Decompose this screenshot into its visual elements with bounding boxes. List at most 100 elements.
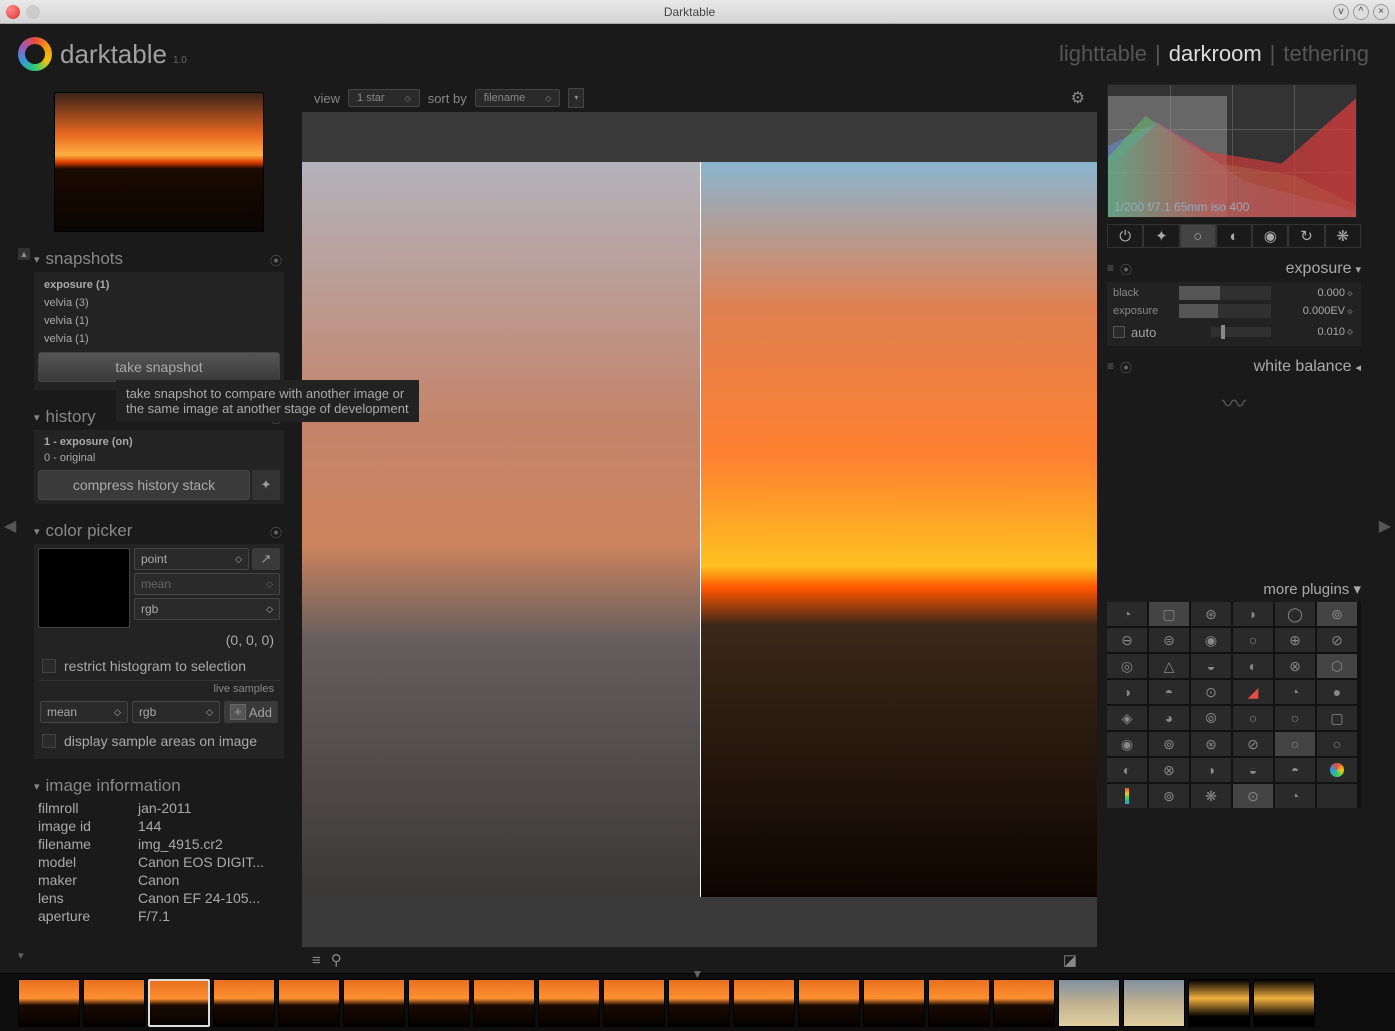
plugin-icon[interactable]: ⊗ [1149, 758, 1189, 782]
module-group-tone[interactable]: ◐ [1216, 224, 1252, 248]
plugin-icon[interactable]: ◕ [1149, 706, 1189, 730]
sample-stat-select[interactable]: mean◇ [40, 701, 128, 723]
plugin-icon[interactable]: ◒ [1233, 758, 1273, 782]
image-canvas[interactable] [302, 112, 1097, 947]
nav-darkroom[interactable]: darkroom [1161, 41, 1270, 67]
slider-stepper[interactable]: ⋄ [1345, 287, 1355, 300]
module-group-active[interactable]: ⏻ [1107, 224, 1143, 248]
window-btn-1[interactable]: v [1333, 4, 1349, 20]
plugin-icon[interactable]: ⊛ [1191, 732, 1231, 756]
plugin-icon[interactable]: ○ [1233, 706, 1273, 730]
plugin-icon[interactable]: ◗ [1233, 602, 1273, 626]
plugin-icon[interactable]: △ [1149, 654, 1189, 678]
plugin-icon[interactable]: ⊖ [1107, 628, 1147, 652]
nav-lighttable[interactable]: lighttable [1051, 41, 1155, 67]
plugin-icon[interactable]: ◎ [1107, 654, 1147, 678]
plugin-icon[interactable]: ◉ [1107, 732, 1147, 756]
filmstrip-thumb[interactable] [928, 979, 990, 1027]
plugin-icon[interactable]: ◈ [1107, 706, 1147, 730]
filmstrip-thumb[interactable] [83, 979, 145, 1027]
filmstrip-thumb[interactable] [148, 979, 210, 1027]
display-samples-checkbox[interactable] [42, 734, 56, 748]
plugin-icon[interactable]: ◑ [1107, 680, 1147, 704]
left-scroll-down[interactable]: ▾ [18, 949, 30, 961]
history-item[interactable]: 0 - original [38, 450, 280, 466]
filmstrip-thumb[interactable] [733, 979, 795, 1027]
auto-exposure-checkbox[interactable] [1113, 326, 1125, 338]
module-group-basic[interactable]: ○ [1180, 224, 1216, 248]
plugin-icon[interactable]: ◔ [1275, 680, 1315, 704]
plugin-icon[interactable]: ⊛ [1191, 602, 1231, 626]
plugin-icon[interactable]: ❋ [1191, 784, 1231, 808]
filmstrip-thumb[interactable] [1058, 979, 1120, 1027]
snapshots-header[interactable]: ▾ snapshots ⦿ [34, 246, 284, 272]
filmstrip-thumb[interactable] [993, 979, 1055, 1027]
filmstrip-thumb[interactable] [278, 979, 340, 1027]
plugin-icon[interactable] [1317, 784, 1357, 808]
plugin-icon[interactable]: ⊙ [1233, 784, 1273, 808]
plugin-icon[interactable]: ▢ [1149, 602, 1189, 626]
image-info-header[interactable]: ▾ image information [34, 773, 284, 799]
plugin-icon[interactable]: ○ [1317, 732, 1357, 756]
restrict-histogram-checkbox[interactable] [42, 659, 56, 673]
thumbnail-preview[interactable] [54, 92, 264, 232]
filmstrip-thumb[interactable] [473, 979, 535, 1027]
exposure-slider[interactable] [1179, 304, 1271, 318]
snapshot-item[interactable]: velvia (1) [38, 330, 280, 348]
plugin-icon[interactable]: ◢ [1233, 680, 1273, 704]
snapshot-item[interactable]: exposure (1) [38, 276, 280, 294]
white-balance-module-header[interactable]: ≡⦿ white balance ◂ [1107, 354, 1361, 380]
plugin-icon[interactable]: ⊕ [1275, 628, 1315, 652]
module-reset-icon[interactable]: ⦿ [1120, 261, 1132, 278]
picker-mode-select[interactable]: point◇ [134, 548, 249, 570]
style-menu-button[interactable]: ✦ [252, 470, 280, 500]
filmstrip-thumb[interactable] [343, 979, 405, 1027]
sample-colorspace-select[interactable]: rgb◇ [132, 701, 220, 723]
snapshot-item[interactable]: velvia (1) [38, 312, 280, 330]
quick-access-icon[interactable]: ≡ [312, 952, 321, 969]
filmstrip-thumb[interactable] [668, 979, 730, 1027]
plugin-icon[interactable]: ⊚ [1149, 784, 1189, 808]
module-reset-icon[interactable]: ⦿ [1120, 359, 1132, 376]
plugin-icon[interactable]: ◓ [1149, 680, 1189, 704]
filmstrip-thumb[interactable] [863, 979, 925, 1027]
left-scroll-up[interactable]: ▲ [18, 248, 30, 260]
color-picker-header[interactable]: ▾ color picker ⦿ [34, 518, 284, 544]
plugin-icon[interactable]: ⊗ [1275, 654, 1315, 678]
filmstrip-thumb[interactable] [1253, 979, 1315, 1027]
plugin-icon[interactable] [1107, 784, 1147, 808]
window-close-icon[interactable] [6, 5, 20, 19]
window-btn-2[interactable]: ^ [1353, 4, 1369, 20]
view-filter-select[interactable]: 1 star◇ [348, 89, 420, 107]
module-group-favorites[interactable]: ✦ [1143, 224, 1179, 248]
plugin-icon[interactable]: ⊚ [1149, 732, 1189, 756]
plugin-icon[interactable]: ◔ [1107, 602, 1147, 626]
black-slider[interactable] [1179, 286, 1271, 300]
picker-stat-select[interactable]: mean◇ [134, 573, 280, 595]
module-group-effect[interactable]: ❋ [1325, 224, 1361, 248]
plugin-icon[interactable]: ⦾ [1191, 706, 1231, 730]
plugin-icon[interactable] [1317, 758, 1357, 782]
plugin-icon[interactable]: ▢ [1317, 706, 1357, 730]
plugin-icon[interactable]: ◐ [1107, 758, 1147, 782]
history-item[interactable]: 1 - exposure (on) [38, 434, 280, 450]
plugin-icon[interactable]: ◓ [1275, 758, 1315, 782]
collapse-right-icon[interactable]: ▶ [1379, 516, 1391, 536]
collapse-bottom-icon[interactable]: ▼ [692, 967, 704, 981]
gear-icon[interactable]: ⚙ [1071, 88, 1085, 108]
filmstrip-thumb[interactable] [538, 979, 600, 1027]
more-plugins-header[interactable]: more plugins ▾ [1107, 576, 1361, 602]
overexposed-icon[interactable]: ⚲ [331, 951, 342, 969]
fullscreen-icon[interactable]: ◪ [1063, 951, 1077, 969]
module-menu-icon[interactable]: ≡ [1107, 359, 1114, 376]
take-snapshot-button[interactable]: take snapshot [38, 352, 280, 382]
plugin-icon[interactable]: ⬡ [1317, 654, 1357, 678]
plugin-icon[interactable]: ⊜ [1149, 628, 1189, 652]
reset-icon[interactable]: ⦿ [270, 524, 284, 538]
nav-tethering[interactable]: tethering [1275, 41, 1377, 67]
plugin-icon[interactable]: ◉ [1191, 628, 1231, 652]
snapshot-split-handle[interactable] [700, 162, 701, 897]
filmstrip-thumb[interactable] [213, 979, 275, 1027]
snapshot-item[interactable]: velvia (3) [38, 294, 280, 312]
plugin-icon[interactable]: ⊚ [1317, 602, 1357, 626]
